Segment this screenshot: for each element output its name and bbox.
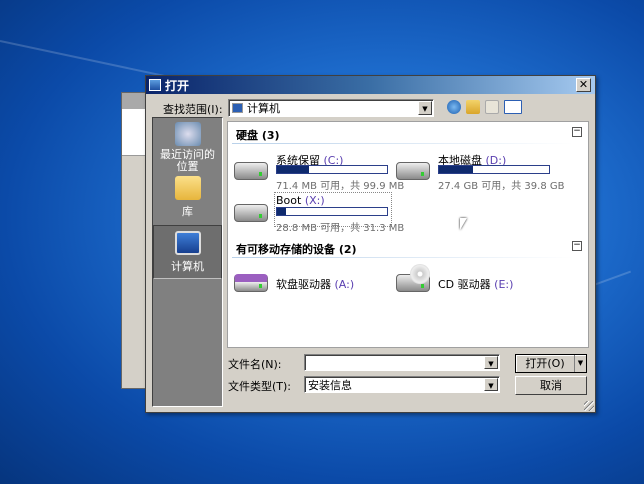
background-window-content [122,109,146,156]
mouse-cursor-icon [460,218,467,230]
drive-d[interactable]: 本地磁盘 (D:) 27.4 GB 可用，共 39.8 GB [396,152,564,192]
sidebar-item-label: 计算机 [171,260,204,273]
drive-usage-bar [438,165,550,174]
title-bar: 打开 [146,76,595,94]
group-header-hard-disks: 硬盘 (3) [236,129,280,142]
hard-drive-icon [396,162,430,180]
drive-letter: (A:) [334,278,355,291]
open-dialog: 打开 ✕ 查找范围(I): 计算机 ▼ 最近访问的位置 库 计算机 硬盘 (3)… [145,75,596,413]
computer-icon [174,231,201,255]
group-divider [232,257,574,258]
filename-input[interactable]: ▼ [304,354,500,371]
drive-e[interactable]: CD 驱动器 (E:) [396,264,556,300]
view-menu-icon[interactable] [504,100,522,114]
open-split-chevron-icon[interactable]: ▼ [574,355,586,372]
drive-a[interactable]: 软盘驱动器 (A:) [234,264,394,300]
floppy-drive-icon [234,274,268,292]
sidebar-item-computer[interactable]: 计算机 [153,225,222,279]
libraries-icon [174,176,201,200]
close-button[interactable]: ✕ [576,78,591,92]
recent-places-icon [174,122,201,146]
dialog-title: 打开 [165,78,190,93]
sidebar-item-label: 最近访问的位置 [160,148,215,173]
back-icon[interactable] [447,100,461,114]
group-divider [232,143,574,144]
look-in-combo[interactable]: 计算机 ▼ [228,99,434,117]
background-window-titlebar [122,93,146,109]
hard-drive-icon [234,204,268,222]
filetype-label: 文件类型(T): [228,380,292,393]
chevron-down-icon[interactable]: ▼ [418,101,432,115]
sidebar-item-recent[interactable]: 最近访问的位置 [153,122,222,173]
collapse-icon[interactable]: − [572,127,582,137]
cd-disc-icon [410,264,430,284]
computer-icon [232,103,243,113]
up-folder-icon[interactable] [466,100,480,114]
filename-label: 文件名(N): [228,358,282,371]
collapse-icon[interactable]: − [572,241,582,251]
filetype-select[interactable]: 安装信息 ▼ [304,376,500,393]
drive-c[interactable]: 系统保留 (C:) 71.4 MB 可用，共 99.9 MB [234,152,404,192]
background-window [121,92,147,389]
chevron-down-icon[interactable]: ▼ [484,356,498,369]
sidebar-item-libraries[interactable]: 库 [153,176,222,219]
drive-name: Boot [276,194,302,207]
new-folder-icon[interactable] [485,100,499,114]
drive-size: 28.8 MB 可用，共 31.3 MB [276,223,405,234]
filetype-value: 安装信息 [308,378,352,392]
open-button[interactable]: 打开(O) ▼ [515,354,587,373]
look-in-value: 计算机 [247,102,280,115]
drive-letter: (E:) [494,278,514,291]
cancel-button[interactable]: 取消 [515,376,587,395]
drive-size: 27.4 GB 可用，共 39.8 GB [438,181,565,192]
drive-letter: (X:) [304,194,325,207]
hard-drive-icon [234,162,268,180]
sidebar-item-label: 库 [182,205,193,218]
places-bar: 最近访问的位置 库 计算机 [152,117,223,407]
drive-x[interactable]: Boot (X:) 28.8 MB 可用，共 31.3 MB [234,192,404,234]
group-header-removable: 有可移动存储的设备 (2) [236,243,357,256]
look-in-label: 查找范围(I): [163,103,223,116]
chevron-down-icon[interactable]: ▼ [484,378,498,391]
dialog-icon [149,79,161,91]
resize-grip[interactable] [584,401,594,411]
open-button-label: 打开(O) [525,357,565,370]
drive-usage-bar [276,165,388,174]
drive-size: 71.4 MB 可用，共 99.9 MB [276,181,405,192]
drive-name: 软盘驱动器 [276,278,331,291]
file-list-pane: 硬盘 (3) − 系统保留 (C:) 71.4 MB 可用，共 99.9 MB … [227,121,589,348]
drive-name: CD 驱动器 [438,278,491,291]
drive-usage-bar [276,207,388,216]
